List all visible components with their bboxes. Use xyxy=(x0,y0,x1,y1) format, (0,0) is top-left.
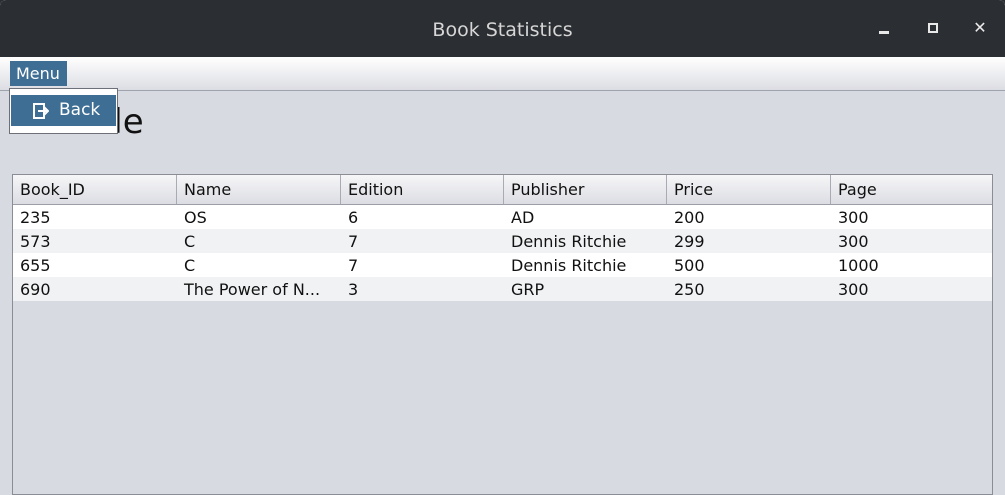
table-header: Book_ID Name Edition Publisher Price Pag… xyxy=(13,175,992,205)
minimize-button[interactable] xyxy=(873,17,895,39)
cell-publisher: Dennis Ritchie xyxy=(511,256,627,275)
cell-edition: 7 xyxy=(348,232,359,251)
close-icon: ✕ xyxy=(973,18,987,37)
cell-book-id: 235 xyxy=(20,208,51,227)
table-row[interactable]: 573 C 7 Dennis Ritchie 299 300 xyxy=(13,229,992,253)
menu-bar: Menu xyxy=(0,57,1005,91)
title-bar[interactable]: Book Statistics ✕ xyxy=(0,0,1005,57)
column-header-name[interactable]: Name xyxy=(177,175,341,204)
minimize-icon xyxy=(879,31,889,34)
cell-book-id: 690 xyxy=(20,280,51,299)
book-table[interactable]: Book_ID Name Edition Publisher Price Pag… xyxy=(12,174,993,495)
cell-book-id: 655 xyxy=(20,256,51,275)
cell-page: 1000 xyxy=(838,256,879,275)
cell-edition: 6 xyxy=(348,208,359,227)
menu-dropdown: Back xyxy=(9,88,118,134)
cell-price: 500 xyxy=(674,256,705,275)
back-menu-item[interactable]: Back xyxy=(11,95,116,126)
maximize-button[interactable] xyxy=(922,17,944,39)
cell-page: 300 xyxy=(838,208,869,227)
cell-name: C xyxy=(184,232,196,251)
cell-page: 300 xyxy=(838,232,869,251)
close-button[interactable]: ✕ xyxy=(969,17,991,39)
cell-publisher: Dennis Ritchie xyxy=(511,232,627,251)
cell-price: 200 xyxy=(674,208,705,227)
app-window: Book Statistics ✕ Menu nt Table Back Boo… xyxy=(0,0,1005,495)
maximize-icon xyxy=(928,23,938,33)
cell-price: 299 xyxy=(674,232,705,251)
cell-publisher: AD xyxy=(511,208,535,227)
menu-button[interactable]: Menu xyxy=(10,61,67,86)
cell-edition: 7 xyxy=(348,256,359,275)
cell-price: 250 xyxy=(674,280,705,299)
cell-book-id: 573 xyxy=(20,232,51,251)
exit-icon xyxy=(33,103,49,119)
cell-name: OS xyxy=(184,208,207,227)
column-header-publisher[interactable]: Publisher xyxy=(504,175,667,204)
column-header-book-id[interactable]: Book_ID xyxy=(13,175,177,204)
window-title: Book Statistics xyxy=(432,19,573,41)
column-header-edition[interactable]: Edition xyxy=(341,175,504,204)
column-header-price[interactable]: Price xyxy=(667,175,831,204)
back-label: Back xyxy=(59,100,101,120)
cell-name: C xyxy=(184,256,196,275)
column-header-page[interactable]: Page xyxy=(831,175,992,204)
table-row[interactable]: 235 OS 6 AD 200 300 xyxy=(13,205,992,229)
cell-name: The Power of N... xyxy=(184,280,321,299)
cell-edition: 3 xyxy=(348,280,359,299)
cell-page: 300 xyxy=(838,280,869,299)
table-row[interactable]: 655 C 7 Dennis Ritchie 500 1000 xyxy=(13,253,992,277)
cell-publisher: GRP xyxy=(511,280,545,299)
table-row[interactable]: 690 The Power of N... 3 GRP 250 300 xyxy=(13,277,992,301)
